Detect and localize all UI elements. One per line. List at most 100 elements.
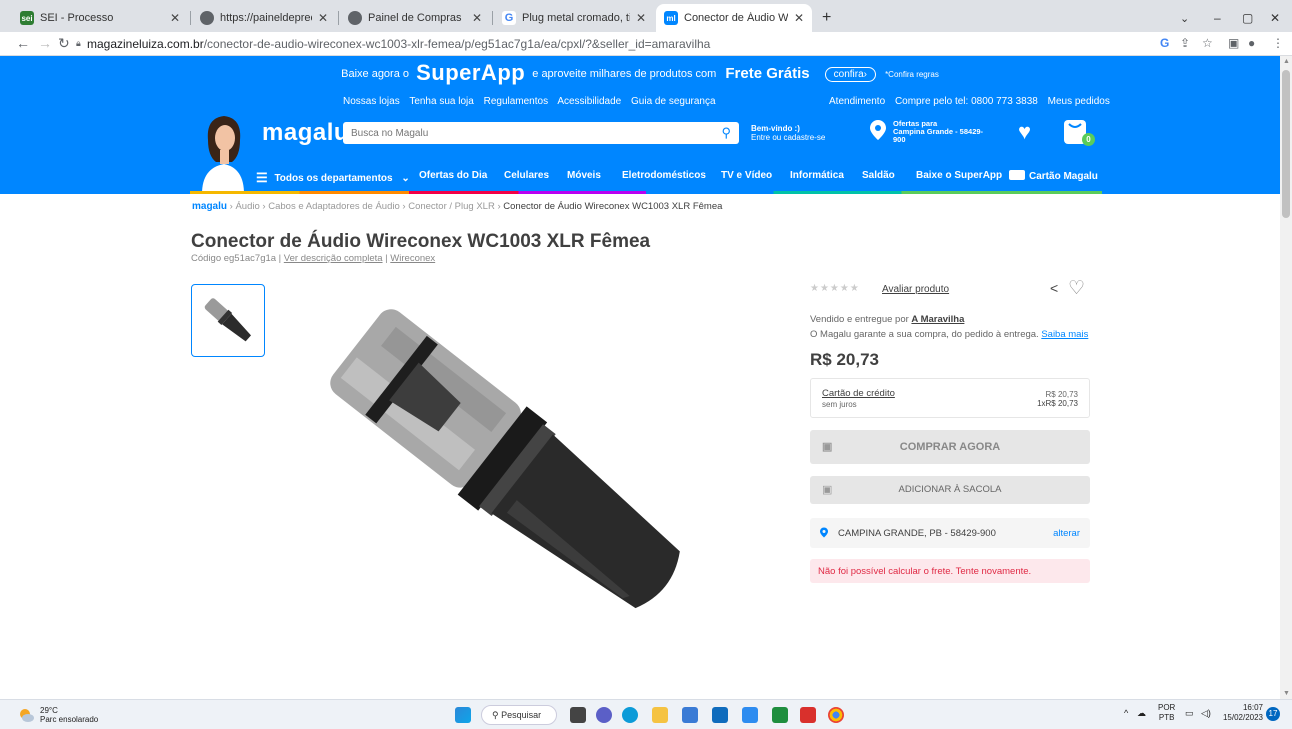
link-guia-seguranca[interactable]: Guia de segurança [631, 96, 716, 107]
tab-google-search[interactable]: G Plug metal cromado, tipo fêmea ✕ [494, 4, 654, 32]
network-icon[interactable]: ☁ [1137, 708, 1146, 719]
link-acessibilidade[interactable]: Acessibilidade [557, 96, 621, 107]
avaliar-produto-link[interactable]: Avaliar produto [882, 284, 949, 295]
close-tab-icon[interactable]: ✕ [170, 11, 180, 25]
sidepanel-icon[interactable]: ▣ [1228, 36, 1239, 50]
search-input[interactable] [343, 122, 703, 144]
rating-stars: ★★★★★ [810, 283, 860, 294]
menu-informatica[interactable]: Informática [790, 170, 844, 181]
link-tenha-sua-loja[interactable]: Tenha sua loja [409, 96, 474, 107]
link-regulamentos[interactable]: Regulamentos [484, 96, 548, 107]
location-line3: 900 [893, 135, 906, 144]
store-icon[interactable] [682, 707, 698, 723]
comprar-agora-button[interactable]: ▣ COMPRAR AGORA [810, 430, 1090, 464]
menu-saldao[interactable]: Saldão [862, 170, 895, 181]
document-icon[interactable] [742, 707, 758, 723]
breadcrumb-item[interactable]: Áudio [235, 201, 259, 212]
tab-painel-compras[interactable]: Painel de Compras ✕ [340, 4, 490, 32]
superapp-promo-banner[interactable]: Baixe agora o SuperApp e aproveite milha… [0, 60, 1280, 86]
brand-link[interactable]: Wireconex [390, 253, 435, 264]
product-main-image[interactable] [330, 280, 730, 680]
saiba-mais-link[interactable]: Saiba mais [1041, 329, 1088, 340]
bookmark-star-icon[interactable]: ☆ [1202, 36, 1213, 50]
tab-search-icon[interactable]: ⌄ [1172, 4, 1197, 32]
wishlist-heart-icon[interactable]: ♡ [1068, 277, 1085, 300]
menu-eletrodomesticos[interactable]: Eletrodomésticos [622, 170, 706, 181]
tab-sei[interactable]: sei SEI - Processo ✕ [12, 4, 188, 32]
cartao-credito-link[interactable]: Cartão de crédito [822, 388, 895, 399]
favorites-heart-icon[interactable]: ♥ [1018, 121, 1031, 143]
breadcrumb-home[interactable]: magalu [192, 201, 227, 212]
link-atendimento[interactable]: Atendimento [829, 96, 885, 107]
speaker-icon[interactable]: ◁) [1201, 708, 1211, 719]
menu-departamentos[interactable]: ☰ Todos os departamentos ⌄ [256, 170, 410, 186]
file-explorer-icon[interactable] [652, 707, 668, 723]
share-icon[interactable]: < [1050, 280, 1058, 296]
search-icon[interactable]: ⚲ [721, 125, 731, 141]
menu-cartao-magalu[interactable]: Cartão Magalu [1009, 170, 1098, 182]
back-arrow-icon[interactable]: ← [16, 35, 30, 51]
share-icon[interactable]: ⇪ [1180, 36, 1190, 50]
taskbar-search[interactable]: ⚲ Pesquisar [481, 705, 557, 725]
restore-icon[interactable]: ▢ [1234, 4, 1261, 32]
breadcrumb-item[interactable]: Cabos e Adaptadores de Áudio [268, 201, 400, 212]
close-tab-icon[interactable]: ✕ [472, 11, 482, 25]
link-phone[interactable]: Compre pelo tel: 0800 773 3838 [895, 96, 1038, 107]
ver-descricao-link[interactable]: Ver descrição completa [284, 253, 383, 264]
close-tab-icon[interactable]: ✕ [318, 11, 328, 25]
login-area[interactable]: Bem-vindo :) Entre ou cadastre-se [751, 124, 825, 142]
close-window-icon[interactable]: ✕ [1262, 4, 1288, 32]
product-thumbnail[interactable] [191, 284, 265, 357]
menu-moveis[interactable]: Móveis [567, 170, 601, 181]
chrome-icon[interactable] [828, 707, 844, 723]
link-nossas-lojas[interactable]: Nossas lojas [343, 96, 400, 107]
menu-celulares[interactable]: Celulares [504, 170, 549, 181]
alterar-link[interactable]: alterar [1053, 528, 1080, 539]
mail-icon[interactable] [712, 707, 728, 723]
language-indicator[interactable]: POR PTB [1158, 703, 1175, 723]
location-pin-icon[interactable] [870, 120, 886, 140]
clock[interactable]: 16:07 15/02/2023 [1221, 703, 1263, 723]
scroll-down-icon[interactable]: ▼ [1283, 690, 1290, 697]
tray-chevron-icon[interactable]: ^ [1124, 708, 1128, 718]
page-scrollbar[interactable]: ▲ ▼ [1280, 56, 1292, 699]
menu-kebab-icon[interactable]: ⋮ [1272, 36, 1284, 50]
tab-magalu-active[interactable]: ml Conector de Áudio Wireconex W ✕ [656, 4, 812, 32]
seller-link[interactable]: A Maravilha [911, 314, 964, 325]
confira-button[interactable]: confira› [824, 67, 876, 82]
magalu-logo[interactable]: magalu [262, 119, 349, 147]
profile-icon[interactable]: ● [1248, 36, 1255, 50]
breadcrumb-current: Conector de Áudio Wireconex WC1003 XLR F… [503, 201, 723, 212]
delivery-location[interactable]: Ofertas para Campina Grande - 58429- 900 [893, 120, 993, 144]
forward-arrow-icon[interactable]: → [38, 35, 52, 51]
spreadsheet-icon[interactable] [772, 707, 788, 723]
display-icon[interactable]: ▭ [1185, 708, 1194, 719]
task-view-icon[interactable] [570, 707, 586, 723]
menu-baixe-superapp[interactable]: Baixe o SuperApp [916, 170, 1002, 181]
payment-option-card[interactable]: Cartão de crédito sem juros R$ 20,73 1xR… [810, 378, 1090, 418]
menu-tv-video[interactable]: TV e Vídeo [721, 170, 772, 181]
menu-ofertas-dia[interactable]: Ofertas do Dia [419, 170, 487, 181]
close-tab-icon[interactable]: ✕ [794, 11, 804, 25]
weather-widget[interactable]: 29°C Parc ensolarado [20, 706, 98, 724]
tab-painel-precos[interactable]: https://paineldeprecos.planejame ✕ [192, 4, 336, 32]
edge-icon[interactable] [622, 707, 638, 723]
top-links-right: Atendimento Compre pelo tel: 0800 773 38… [829, 96, 1110, 107]
lock-icon[interactable]: 🔒︎ [76, 38, 81, 49]
link-meus-pedidos[interactable]: Meus pedidos [1048, 96, 1110, 107]
url-field[interactable]: magazineluiza.com.br/conector-de-audio-w… [87, 37, 710, 51]
scroll-thumb[interactable] [1282, 70, 1290, 218]
notification-badge[interactable]: 17 [1266, 707, 1280, 721]
breadcrumb-item[interactable]: Conector / Plug XLR [408, 201, 495, 212]
wps-office-icon[interactable] [800, 707, 816, 723]
confira-regras-link[interactable]: *Confira regras [885, 70, 939, 79]
google-lens-icon[interactable]: G [1160, 36, 1169, 50]
minimize-icon[interactable]: – [1206, 4, 1229, 32]
windows-start-icon[interactable] [455, 707, 471, 723]
close-tab-icon[interactable]: ✕ [636, 11, 646, 25]
new-tab-button[interactable]: + [814, 4, 838, 32]
reload-icon[interactable]: ↻ [58, 35, 70, 52]
adicionar-sacola-button[interactable]: ▣ ADICIONAR À SACOLA [810, 476, 1090, 504]
chat-icon[interactable] [596, 707, 612, 723]
scroll-up-icon[interactable]: ▲ [1283, 58, 1290, 65]
